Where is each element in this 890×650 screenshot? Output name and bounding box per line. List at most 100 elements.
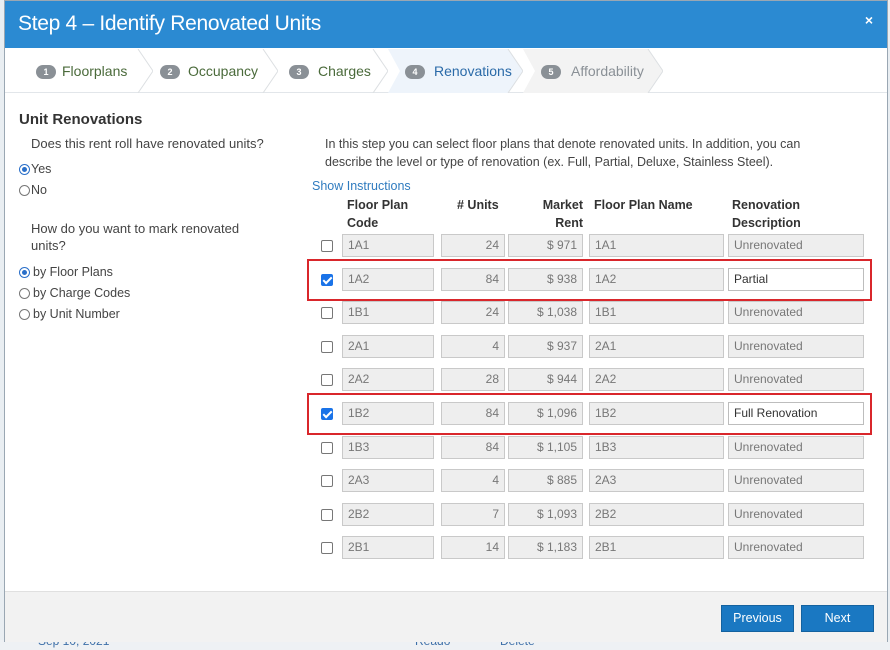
- intro-line: In this step you can select floor plans …: [325, 137, 801, 151]
- renovation-description-field: Unrenovated: [728, 234, 864, 257]
- floor-plan-name-field: 2B1: [589, 536, 724, 559]
- units-field: 84: [441, 436, 505, 459]
- floor-plan-row: 2B1 14 $ 1,183 2B1 Unrenovated: [5, 536, 887, 560]
- radio-label: Yes: [31, 162, 52, 176]
- intro-line: describe the level or type of renovation…: [325, 155, 774, 169]
- row-checkbox[interactable]: [321, 274, 333, 286]
- floor-plan-row: 1B3 84 $ 1,105 1B3 Unrenovated: [5, 436, 887, 460]
- radio-indicator[interactable]: [19, 163, 30, 175]
- floor-plan-code-field: 1A2: [342, 268, 434, 291]
- units-field: 24: [441, 301, 505, 324]
- row-checkbox[interactable]: [321, 240, 333, 252]
- units-field: 84: [441, 402, 505, 425]
- row-checkbox[interactable]: [321, 542, 333, 554]
- step-label: Charges: [318, 63, 371, 79]
- market-rent-field: $ 1,183: [508, 536, 583, 559]
- step-number: 4: [405, 65, 425, 79]
- step-renovations[interactable]: 4 Renovations: [388, 49, 523, 93]
- step-floorplans[interactable]: 1 Floorplans: [18, 49, 153, 93]
- units-field: 14: [441, 536, 505, 559]
- units-field: 84: [441, 268, 505, 291]
- units-field: 4: [441, 335, 505, 358]
- row-checkbox[interactable]: [321, 341, 333, 353]
- renovation-description-field: Unrenovated: [728, 536, 864, 559]
- renovation-description-field: Unrenovated: [728, 301, 864, 324]
- renovation-description-field: Unrenovated: [728, 368, 864, 391]
- floor-plan-name-field: 1B2: [589, 402, 724, 425]
- renovation-description-field[interactable]: Partial: [728, 268, 864, 291]
- row-checkbox[interactable]: [321, 442, 333, 454]
- renovation-description-field: Unrenovated: [728, 469, 864, 492]
- floor-plan-row: 2A2 28 $ 944 2A2 Unrenovated: [5, 368, 887, 392]
- renovation-description-field: Unrenovated: [728, 436, 864, 459]
- header-units: # Units: [457, 198, 499, 212]
- units-field: 28: [441, 368, 505, 391]
- header-line: Description: [732, 216, 801, 230]
- radio-indicator[interactable]: [19, 184, 30, 196]
- floor-plan-code-field: 1B1: [342, 301, 434, 324]
- header-line: Floor Plan: [347, 198, 409, 212]
- step-label: Occupancy: [188, 63, 259, 79]
- modal-title: Step 4 – Identify Renovated Units: [18, 12, 321, 35]
- modal-header: Step 4 – Identify Renovated Units ×: [5, 1, 887, 48]
- header-floor-plan-name: Floor Plan Name: [594, 198, 693, 212]
- instructions-intro: In this step you can select floor plans …: [325, 135, 865, 171]
- floor-plan-row: 1B2 84 $ 1,096 1B2 Full Renovation: [5, 402, 887, 426]
- floor-plan-row: 1B1 24 $ 1,038 1B1 Unrenovated: [5, 301, 887, 325]
- step-affordability[interactable]: 5 Affordability: [523, 49, 663, 93]
- radio-yes[interactable]: Yes: [19, 162, 51, 176]
- floor-plan-code-field: 2B1: [342, 536, 434, 559]
- modal-footer: Previous Next: [5, 591, 887, 642]
- market-rent-field: $ 1,093: [508, 503, 583, 526]
- radio-no[interactable]: No: [19, 183, 47, 197]
- floor-plan-code-field: 1B2: [342, 402, 434, 425]
- floor-plan-row: 1A2 84 $ 938 1A2 Partial: [5, 268, 887, 292]
- floor-plan-row: 2A3 4 $ 885 2A3 Unrenovated: [5, 469, 887, 493]
- floor-plan-row: 2A1 4 $ 937 2A1 Unrenovated: [5, 335, 887, 359]
- market-rent-field: $ 938: [508, 268, 583, 291]
- row-checkbox[interactable]: [321, 374, 333, 386]
- show-instructions-link[interactable]: Show Instructions: [312, 179, 411, 193]
- row-checkbox[interactable]: [321, 509, 333, 521]
- floor-plan-code-field: 1B3: [342, 436, 434, 459]
- header-line: Renovation: [732, 198, 801, 212]
- header-renovation-description: Renovation Description: [732, 196, 801, 232]
- floor-plan-name-field: 2A2: [589, 368, 724, 391]
- section-title: Unit Renovations: [19, 111, 143, 128]
- row-checkbox[interactable]: [321, 475, 333, 487]
- step-label: Affordability: [571, 63, 644, 79]
- floor-plan-row: 1A1 24 $ 971 1A1 Unrenovated: [5, 234, 887, 258]
- floor-plan-code-field: 2A2: [342, 368, 434, 391]
- next-button[interactable]: Next: [801, 605, 874, 632]
- step-number: 5: [541, 65, 561, 79]
- step-number: 1: [36, 65, 56, 79]
- market-rent-field: $ 937: [508, 335, 583, 358]
- renovated-question: Does this rent roll have renovated units…: [31, 136, 264, 151]
- renovation-description-field[interactable]: Full Renovation: [728, 402, 864, 425]
- step-number: 2: [160, 65, 180, 79]
- row-checkbox[interactable]: [321, 307, 333, 319]
- step-label: Renovations: [434, 63, 512, 79]
- floor-plan-code-field: 2B2: [342, 503, 434, 526]
- renovations-modal: Step 4 – Identify Renovated Units × 1 Fl…: [4, 0, 888, 642]
- market-rent-field: $ 1,038: [508, 301, 583, 324]
- market-rent-field: $ 1,096: [508, 402, 583, 425]
- floor-plan-code-field: 2A1: [342, 335, 434, 358]
- step-charges[interactable]: 3 Charges: [278, 49, 388, 93]
- floor-plan-name-field: 2A1: [589, 335, 724, 358]
- row-checkbox[interactable]: [321, 408, 333, 420]
- header-line: Code: [347, 216, 379, 230]
- close-icon[interactable]: ×: [861, 12, 877, 28]
- floor-plan-code-field: 1A1: [342, 234, 434, 257]
- floor-plan-name-field: 1B3: [589, 436, 724, 459]
- wizard-steps: 1 Floorplans 2 Occupancy 3 Charges 4 Ren…: [5, 49, 887, 93]
- floor-plan-code-field: 2A3: [342, 469, 434, 492]
- market-rent-field: $ 971: [508, 234, 583, 257]
- previous-button[interactable]: Previous: [721, 605, 794, 632]
- floor-plan-name-field: 2B2: [589, 503, 724, 526]
- renovation-description-field: Unrenovated: [728, 503, 864, 526]
- step-occupancy[interactable]: 2 Occupancy: [153, 49, 278, 93]
- floor-plan-row: 2B2 7 $ 1,093 2B2 Unrenovated: [5, 503, 887, 527]
- header-floor-plan-code: Floor Plan Code: [347, 196, 408, 232]
- floor-plan-name-field: 2A3: [589, 469, 724, 492]
